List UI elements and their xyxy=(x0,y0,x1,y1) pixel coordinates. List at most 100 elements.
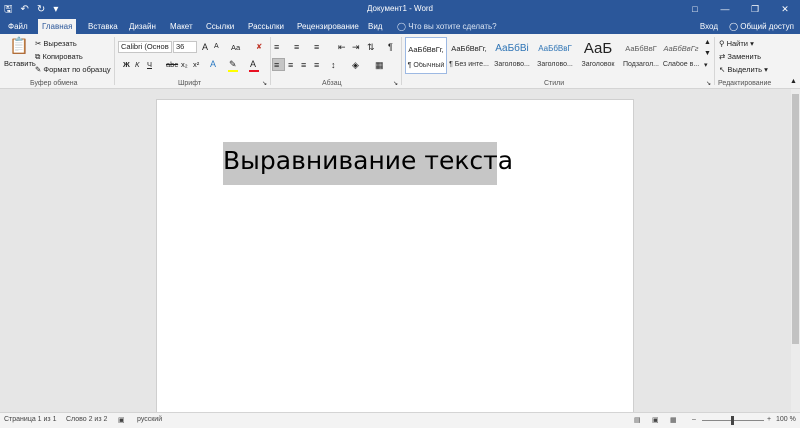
tab-review[interactable]: Рецензирование xyxy=(293,19,363,34)
font-color-button[interactable]: А xyxy=(250,59,256,69)
minimize-button[interactable]: — xyxy=(710,0,740,19)
close-button[interactable]: ✕ xyxy=(770,0,800,19)
text-effects-icon[interactable]: A xyxy=(210,59,216,69)
style-name: Подзагол... xyxy=(622,61,659,68)
print-layout-icon[interactable]: ▣ xyxy=(652,416,659,424)
style-title[interactable]: АаБ Заголовок xyxy=(577,37,619,74)
paste-icon[interactable]: 📋 xyxy=(9,38,29,56)
find-button[interactable]: ⚲ Найти ▾ xyxy=(719,39,754,48)
replace-button[interactable]: ⇄ Заменить xyxy=(719,52,761,61)
pilcrow-icon[interactable]: ¶ xyxy=(388,42,393,52)
bold-button[interactable]: Ж xyxy=(123,60,130,69)
tell-me-search[interactable]: ◯ Что вы хотите сделать? xyxy=(397,19,497,34)
restore-button[interactable]: ❐ xyxy=(740,0,770,19)
style-sample: АаБбВвГ xyxy=(538,44,572,53)
font-dialog-launcher-icon[interactable]: ↘ xyxy=(262,80,267,87)
shading-icon[interactable]: ◈ xyxy=(352,60,359,71)
style-no-spacing[interactable]: АаБбВвГг, ¶ Без инте... xyxy=(448,37,490,74)
web-layout-icon[interactable]: ▦ xyxy=(670,416,677,424)
document-canvas: Выравнивание текста xyxy=(0,89,800,419)
numbering-icon[interactable]: ≡ xyxy=(294,42,299,52)
title-bar: 🖫 ↶ ↻ ▾ Документ1 - Word □ — ❐ ✕ xyxy=(0,0,800,19)
sort-icon[interactable]: ⇅ xyxy=(367,42,375,53)
zoom-out-button[interactable]: – xyxy=(692,416,696,423)
font-color-bar xyxy=(249,70,259,72)
tab-mailings[interactable]: Рассылки xyxy=(244,19,288,34)
editing-group-label: Редактирование xyxy=(718,80,772,87)
align-center-icon[interactable]: ≡ xyxy=(288,60,293,70)
clipboard-group-label: Буфер обмена xyxy=(30,80,78,87)
justify-icon[interactable]: ≡ xyxy=(314,60,319,70)
font-name-select[interactable]: Calibri (Основ xyxy=(118,41,172,53)
style-sample: АаБбВвГг xyxy=(663,44,699,53)
tab-insert[interactable]: Вставка xyxy=(84,19,122,34)
person-icon: ◯ xyxy=(729,22,741,31)
document-text[interactable]: Выравнивание текста xyxy=(223,146,513,175)
zoom-level[interactable]: 100 % xyxy=(776,416,796,423)
superscript-button[interactable]: x² xyxy=(193,60,199,69)
shrink-font-button[interactable]: A xyxy=(214,43,219,50)
tab-view[interactable]: Вид xyxy=(364,19,386,34)
paragraph-dialog-launcher-icon[interactable]: ↘ xyxy=(393,80,398,87)
tab-references[interactable]: Ссылки xyxy=(202,19,238,34)
style-sample: АаБ xyxy=(583,40,613,57)
tab-file[interactable]: Файл xyxy=(4,19,32,34)
ribbon-display-options-icon[interactable]: □ xyxy=(680,0,710,19)
decrease-indent-icon[interactable]: ⇤ xyxy=(338,42,346,53)
scrollbar-thumb[interactable] xyxy=(792,94,799,344)
font-group-label: Шрифт xyxy=(178,80,202,87)
style-subtitle[interactable]: АаБбВвГ Подзагол... xyxy=(620,37,662,74)
collapse-ribbon-icon[interactable]: ▲ xyxy=(790,78,797,85)
style-name: Заголовок xyxy=(581,61,615,68)
subscript-button[interactable]: x₂ xyxy=(181,60,188,69)
grow-font-button[interactable]: A xyxy=(202,42,208,52)
tab-home[interactable]: Главная xyxy=(38,19,77,34)
style-heading-2[interactable]: АаБбВвГ Заголово... xyxy=(534,37,576,74)
vertical-scrollbar[interactable] xyxy=(791,89,800,412)
ribbon-tabs: Файл Главная Вставка Дизайн Макет Ссылки… xyxy=(0,19,800,34)
strikethrough-button[interactable]: abc xyxy=(166,60,178,69)
page-count[interactable]: Страница 1 из 1 xyxy=(4,416,56,423)
underline-button[interactable]: Ч xyxy=(147,60,152,69)
search-icon: ⚲ xyxy=(719,39,727,48)
style-subtle-emphasis[interactable]: АаБбВвГг Слабое в... xyxy=(660,37,702,74)
italic-button[interactable]: К xyxy=(135,60,139,69)
bullets-icon[interactable]: ≡ xyxy=(274,42,279,52)
highlight-color-bar xyxy=(228,70,238,72)
zoom-in-button[interactable]: + xyxy=(767,416,771,423)
change-case-button[interactable]: Aa xyxy=(231,43,240,52)
style-name: ¶ Обычный xyxy=(407,62,445,69)
styles-scroll-down-icon[interactable]: ▼ xyxy=(704,50,711,57)
document-page[interactable]: Выравнивание текста xyxy=(156,99,634,419)
line-spacing-icon[interactable]: ↕ xyxy=(331,60,336,70)
proofing-icon[interactable]: ▣ xyxy=(118,416,125,424)
zoom-slider-thumb[interactable] xyxy=(731,416,734,425)
font-size-select[interactable]: 36 xyxy=(173,41,197,53)
styles-dialog-launcher-icon[interactable]: ↘ xyxy=(706,80,711,87)
clear-formatting-icon[interactable]: ✘ xyxy=(256,42,262,51)
select-button[interactable]: ↖ Выделить ▾ xyxy=(719,65,768,74)
style-normal[interactable]: АаБбВвГг, ¶ Обычный xyxy=(405,37,447,74)
styles-more-icon[interactable]: ▾ xyxy=(704,61,708,69)
paste-button[interactable]: Вставить xyxy=(4,59,36,68)
borders-icon[interactable]: ▦ xyxy=(375,60,384,71)
align-right-icon[interactable]: ≡ xyxy=(301,60,306,70)
styles-scroll-up-icon[interactable]: ▲ xyxy=(704,39,711,46)
align-left-icon: ≡ xyxy=(274,60,280,70)
status-bar: Страница 1 из 1 Слово 2 из 2 ▣ русский ▤… xyxy=(0,412,800,428)
multilevel-list-icon[interactable]: ≡ xyxy=(314,42,319,52)
increase-indent-icon[interactable]: ⇥ xyxy=(352,42,360,53)
style-heading-1[interactable]: АаБбВі Заголово... xyxy=(491,37,533,74)
cut-button[interactable]: ✂ Вырезать xyxy=(35,39,77,48)
group-divider xyxy=(114,37,115,85)
tab-design[interactable]: Дизайн xyxy=(125,19,160,34)
word-count[interactable]: Слово 2 из 2 xyxy=(66,416,107,423)
format-painter-button[interactable]: ✎ Формат по образцу xyxy=(35,65,111,74)
sign-in-link[interactable]: Вход xyxy=(700,19,718,34)
tab-layout[interactable]: Макет xyxy=(166,19,197,34)
share-button[interactable]: ◯ Общий доступ xyxy=(729,19,794,34)
highlight-icon[interactable]: ✎ xyxy=(229,59,237,70)
copy-button[interactable]: ⧉ Копировать xyxy=(35,52,83,62)
read-mode-icon[interactable]: ▤ xyxy=(634,416,641,424)
language-indicator[interactable]: русский xyxy=(137,416,162,423)
